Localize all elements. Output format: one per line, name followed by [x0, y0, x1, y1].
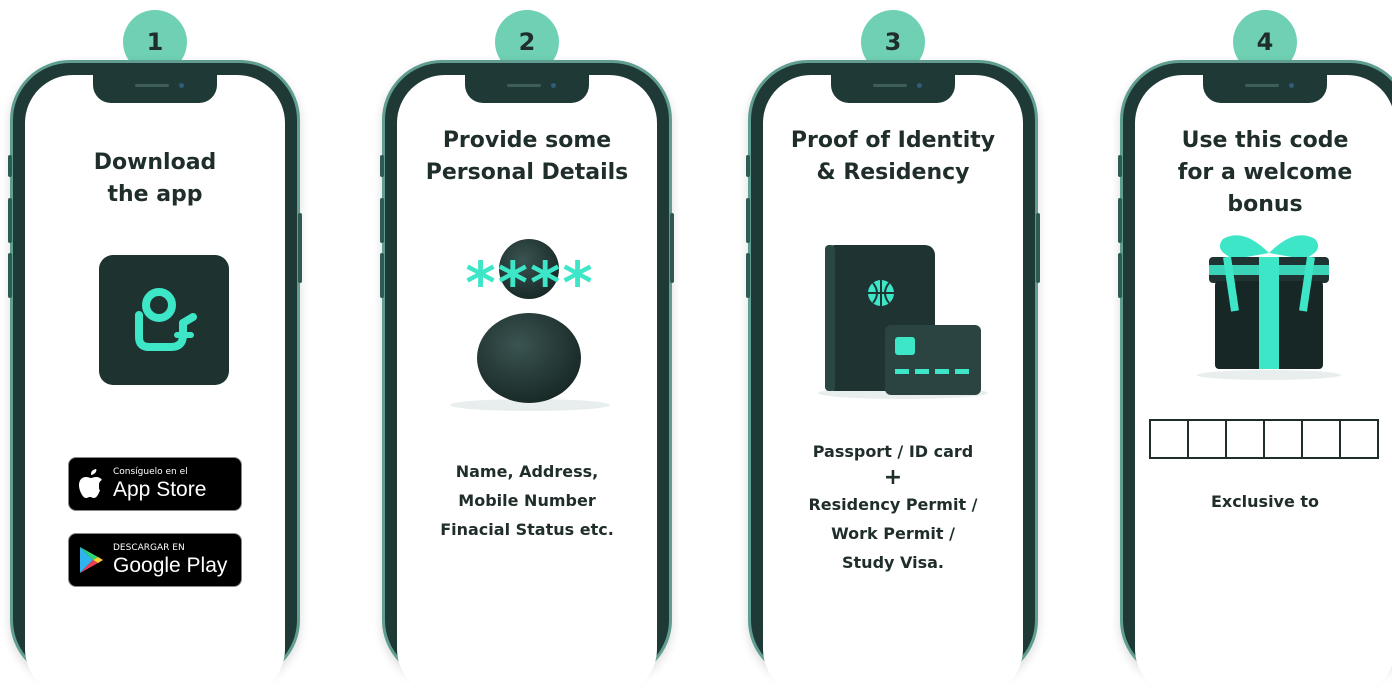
phone-button	[380, 198, 384, 243]
step-title: Download the app	[93, 150, 217, 207]
app-store-button[interactable]: Consíguelo en el App Store	[68, 457, 242, 511]
exclusive-text: Exclusive to	[1210, 492, 1320, 511]
phone-notch	[831, 75, 955, 103]
phone-screen: Provide some Personal Details **** Name,…	[397, 75, 657, 697]
app-store-label: App Store	[113, 478, 207, 501]
code-input-boxes[interactable]	[1135, 419, 1392, 459]
app-logo-icon[interactable]	[99, 255, 229, 385]
phone-button	[746, 198, 750, 243]
phone-button	[8, 198, 12, 243]
phone-button	[1118, 198, 1122, 243]
card-icon	[885, 325, 981, 395]
phone-screen: Download the app Consíguelo en el App St…	[25, 75, 285, 697]
phone-button	[1118, 155, 1122, 177]
phone-button	[298, 213, 302, 283]
phone-notch	[93, 75, 217, 103]
step-2: 2 Provide some Personal Details **** Nam…	[380, 0, 674, 697]
phone-frame: Download the app Consíguelo en el App St…	[8, 60, 302, 697]
details-text: Name, Address, Mobile Number Finacial St…	[440, 462, 614, 539]
code-box[interactable]	[1187, 419, 1227, 459]
step-title: Provide some Personal Details	[425, 128, 629, 185]
apple-icon	[69, 469, 113, 499]
phone-button	[746, 155, 750, 177]
phone-screen: Use this code for a welcome bonus Exclus…	[1135, 75, 1392, 697]
step-4: 4 Use this code for a welcome bonus Excl…	[1118, 0, 1392, 697]
person-icon: ****	[427, 233, 633, 413]
passport-icon	[803, 243, 1003, 403]
google-play-icon	[69, 546, 113, 574]
code-box[interactable]	[1339, 419, 1379, 459]
code-box[interactable]	[1301, 419, 1341, 459]
google-play-label: Google Play	[113, 554, 228, 577]
google-play-small-label: DESCARGAR EN	[113, 543, 185, 553]
phone-button	[380, 155, 384, 177]
phone-button	[746, 253, 750, 298]
phone-button	[670, 213, 674, 283]
phone-notch	[1203, 75, 1327, 103]
phone-notch	[465, 75, 589, 103]
google-play-button[interactable]: DESCARGAR EN Google Play	[68, 533, 242, 587]
phone-button	[380, 253, 384, 298]
password-mask: ****	[465, 249, 595, 317]
code-box[interactable]	[1149, 419, 1189, 459]
step-title: Proof of Identity & Residency	[790, 128, 996, 185]
code-box[interactable]	[1263, 419, 1303, 459]
step-1: 1 Download the app Consíguelo en el App …	[8, 0, 302, 697]
phone-button	[8, 155, 12, 177]
phone-screen: Proof of Identity & Residency Passport /…	[763, 75, 1023, 697]
app-store-small-label: Consíguelo en el	[113, 467, 188, 477]
phone-frame: Provide some Personal Details **** Name,…	[380, 60, 674, 697]
step-3: 3 Proof of Identity & Residency Passport…	[746, 0, 1040, 697]
phone-button	[1036, 213, 1040, 283]
phone-button	[8, 253, 12, 298]
step-title: Use this code for a welcome bonus	[1177, 128, 1353, 217]
phone-frame: Use this code for a welcome bonus Exclus…	[1118, 60, 1392, 697]
phone-frame: Proof of Identity & Residency Passport /…	[746, 60, 1040, 697]
phone-button	[1118, 253, 1122, 298]
documents-text: Passport / ID card + Residency Permit / …	[808, 442, 978, 572]
code-box[interactable]	[1225, 419, 1265, 459]
gift-icon	[1183, 231, 1355, 381]
